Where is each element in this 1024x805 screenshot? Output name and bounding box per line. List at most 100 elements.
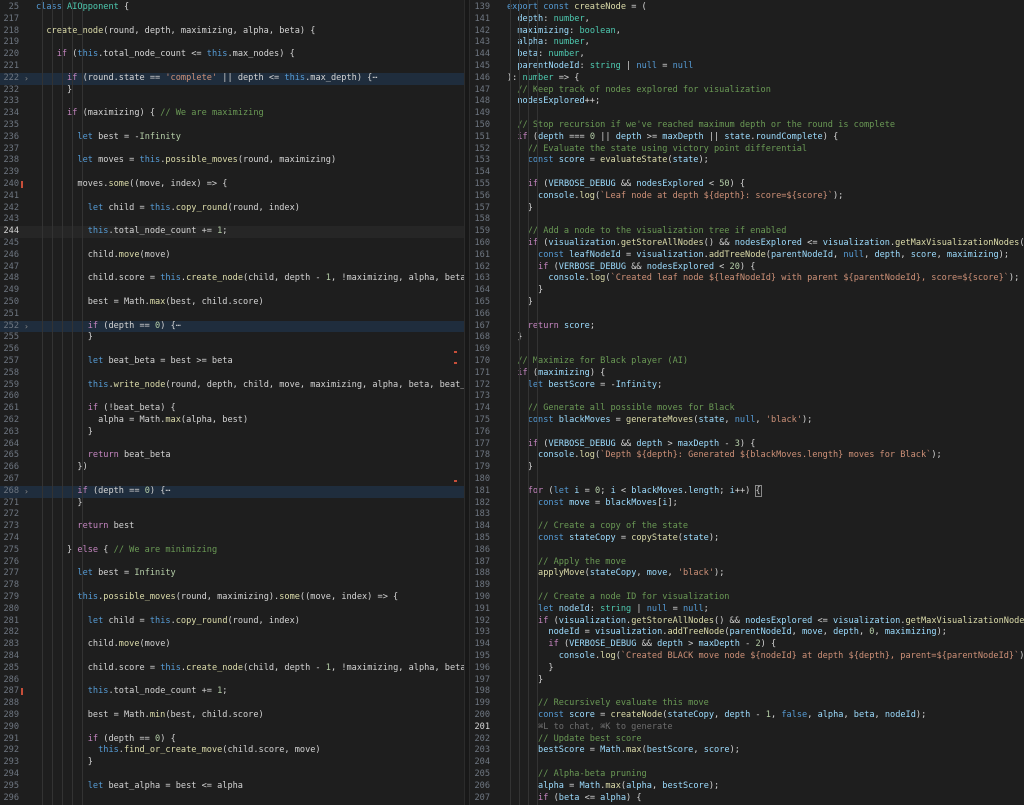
fold-chevron-icon[interactable]: › xyxy=(24,321,29,333)
code-line[interactable]: 280 xyxy=(0,604,464,616)
code-line[interactable]: 168 } xyxy=(470,332,1024,344)
code-text[interactable]: if (depth == 0) {⋯ xyxy=(36,321,181,333)
code-line[interactable]: 202 // Update best score xyxy=(470,734,1024,746)
code-line[interactable]: 177 if (VERBOSE_DEBUG && depth > maxDept… xyxy=(470,439,1024,451)
code-line[interactable]: 242 let child = this.copy_round(round, i… xyxy=(0,203,464,215)
code-line[interactable]: 219 xyxy=(0,37,464,49)
code-text[interactable]: for (let i = 0; i < blackMoves.length; i… xyxy=(507,484,762,498)
code-text[interactable]: if (visualization.getStoreAllNodes() && … xyxy=(507,238,1024,250)
code-line[interactable]: 246 child.move(move) xyxy=(0,250,464,262)
code-line[interactable]: 167 return score; xyxy=(470,321,1024,333)
code-line[interactable]: 271 } xyxy=(0,498,464,510)
code-text[interactable]: parentNodeId: string | null = null xyxy=(507,61,693,73)
code-text[interactable]: if (VERBOSE_DEBUG && depth > maxDepth - … xyxy=(507,439,756,451)
code-line[interactable]: 146): number => { xyxy=(470,73,1024,85)
code-line[interactable]: 149 xyxy=(470,108,1024,120)
code-line[interactable]: 173 xyxy=(470,391,1024,403)
code-text[interactable]: if (visualization.getStoreAllNodes() && … xyxy=(507,616,1024,628)
code-line[interactable]: 220 if (this.total_node_count <= this.ma… xyxy=(0,49,464,61)
code-text[interactable]: // Generate all possible moves for Black xyxy=(507,403,735,415)
code-line[interactable]: 157 } xyxy=(470,203,1024,215)
code-line[interactable]: 198 xyxy=(470,686,1024,698)
code-line[interactable]: 183 xyxy=(470,509,1024,521)
code-line[interactable]: 276 xyxy=(0,557,464,569)
code-text[interactable]: } xyxy=(36,332,93,344)
code-line[interactable]: 282 xyxy=(0,627,464,639)
code-text[interactable]: } else { // We are minimizing xyxy=(36,545,217,557)
code-text[interactable]: // Stop recursion if we've reached maxim… xyxy=(507,120,895,132)
code-line[interactable]: 184 // Create a copy of the state xyxy=(470,521,1024,533)
code-line[interactable]: 206 alpha = Math.max(alpha, bestScore); xyxy=(470,781,1024,793)
code-text[interactable]: // Apply the move xyxy=(507,557,626,569)
code-text[interactable]: } xyxy=(507,663,553,675)
code-line[interactable]: 162 if (VERBOSE_DEBUG && nodesExplored <… xyxy=(470,262,1024,274)
code-line[interactable]: 267 xyxy=(0,474,464,486)
code-text[interactable]: } xyxy=(36,757,93,769)
code-text[interactable]: // Create a copy of the state xyxy=(507,521,688,533)
code-line[interactable]: 235 xyxy=(0,120,464,132)
code-line[interactable]: 217 xyxy=(0,14,464,26)
code-line[interactable]: 201 ⌘L to chat, ⌘K to generate xyxy=(470,722,1024,734)
code-line[interactable]: 150 // Stop recursion if we've reached m… xyxy=(470,120,1024,132)
code-line[interactable]: 285 child.score = this.create_node(child… xyxy=(0,663,464,675)
code-line[interactable]: 191 let nodeId: string | null = null; xyxy=(470,604,1024,616)
code-line[interactable]: 275 } else { // We are minimizing xyxy=(0,545,464,557)
code-text[interactable]: const stateCopy = copyState(state); xyxy=(507,533,719,545)
code-line[interactable]: 286 xyxy=(0,675,464,687)
code-line[interactable]: 25 class AIOpponent { xyxy=(0,2,464,14)
code-text[interactable]: this.possible_moves(round, maximizing).s… xyxy=(36,592,398,604)
code-line[interactable]: 152 // Evaluate the state using victory … xyxy=(470,144,1024,156)
code-line[interactable]: 188 applyMove(stateCopy, move, 'black'); xyxy=(470,568,1024,580)
code-text[interactable]: if (!beat_beta) { xyxy=(36,403,176,415)
code-text[interactable]: ): number => { xyxy=(507,73,579,85)
code-line[interactable]: 248 child.score = this.create_node(child… xyxy=(0,273,464,285)
code-line[interactable]: 273 return best xyxy=(0,521,464,533)
code-text[interactable]: // Create a node ID for visualization xyxy=(507,592,729,604)
code-line[interactable]: 221 xyxy=(0,61,464,73)
code-line[interactable]: 158 xyxy=(470,214,1024,226)
code-line[interactable]: 264 xyxy=(0,439,464,451)
code-line[interactable]: 293 } xyxy=(0,757,464,769)
code-line[interactable]: 255 } xyxy=(0,332,464,344)
code-line[interactable]: 296 xyxy=(0,793,464,805)
code-line[interactable]: 192 if (visualization.getStoreAllNodes()… xyxy=(470,616,1024,628)
code-line[interactable]: 232 } xyxy=(0,85,464,97)
code-line[interactable]: 200 const score = createNode(stateCopy, … xyxy=(470,710,1024,722)
code-text[interactable]: if (depth == 0) {⋯ xyxy=(36,486,170,498)
code-line[interactable]: 265 return beat_beta xyxy=(0,450,464,462)
code-line[interactable]: 261 if (!beat_beta) { xyxy=(0,403,464,415)
code-line[interactable]: 204 xyxy=(470,757,1024,769)
code-text[interactable]: alpha = Math.max(alpha, best) xyxy=(36,415,248,427)
code-text[interactable]: alpha = Math.max(alpha, bestScore); xyxy=(507,781,719,793)
code-line[interactable]: 274 xyxy=(0,533,464,545)
code-line[interactable]: 258 xyxy=(0,368,464,380)
code-text[interactable]: if (depth === 0 || depth >= maxDepth || … xyxy=(507,132,838,144)
code-line[interactable]: 234 if (maximizing) { // We are maximizi… xyxy=(0,108,464,120)
code-line[interactable]: 161 const leafNodeId = visualization.add… xyxy=(470,250,1024,262)
code-text[interactable]: return best xyxy=(36,521,134,533)
code-line[interactable]: 236 let best = -Infinity xyxy=(0,132,464,144)
code-line[interactable]: 181 for (let i = 0; i < blackMoves.lengt… xyxy=(470,484,1024,498)
code-line[interactable]: 197 } xyxy=(470,675,1024,687)
code-line[interactable]: 249 xyxy=(0,285,464,297)
code-line[interactable]: 290 xyxy=(0,722,464,734)
code-line[interactable]: 283 child.move(move) xyxy=(0,639,464,651)
code-line[interactable]: 185 const stateCopy = copyState(state); xyxy=(470,533,1024,545)
code-line[interactable]: 239 xyxy=(0,167,464,179)
code-line[interactable]: 284 xyxy=(0,651,464,663)
code-line[interactable]: 237 xyxy=(0,144,464,156)
code-text[interactable]: const leafNodeId = visualization.addTree… xyxy=(507,250,1009,262)
code-line[interactable]: 171 if (maximizing) { xyxy=(470,368,1024,380)
code-line[interactable]: 263 } xyxy=(0,427,464,439)
right-editor-pane[interactable]: 139 export const createNode = (141 depth:… xyxy=(470,0,1024,805)
code-line[interactable]: 154 xyxy=(470,167,1024,179)
code-line[interactable]: 222 › if (round.state == 'complete' || de… xyxy=(0,72,464,85)
code-line[interactable]: 172 let bestScore = -Infinity; xyxy=(470,380,1024,392)
code-line[interactable]: 143 alpha: number, xyxy=(470,37,1024,49)
code-line[interactable]: 292 this.find_or_create_move(child.score… xyxy=(0,745,464,757)
code-line[interactable]: 193 nodeId = visualization.addTreeNode(p… xyxy=(470,627,1024,639)
code-text[interactable]: let child = this.copy_round(round, index… xyxy=(36,203,300,215)
code-line[interactable]: 250 best = Math.max(best, child.score) xyxy=(0,297,464,309)
left-editor-pane[interactable]: 25 class AIOpponent {217 218 create_node(r… xyxy=(0,0,464,805)
code-line[interactable]: 240 moves.some((move, index) => { xyxy=(0,179,464,191)
